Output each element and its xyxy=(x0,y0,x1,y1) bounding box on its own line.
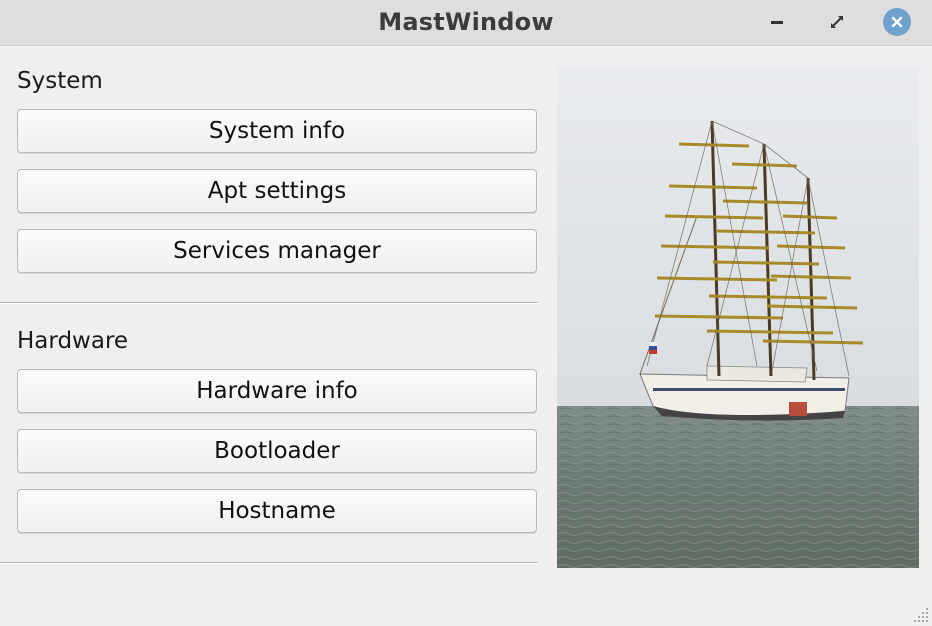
section-separator xyxy=(0,562,538,564)
maximize-button[interactable] xyxy=(823,8,851,36)
mast-window: MastWindow System System info Apt settin… xyxy=(0,0,932,626)
section-label-hardware: Hardware xyxy=(17,328,129,354)
maximize-icon xyxy=(831,16,843,28)
hostname-button[interactable]: Hostname xyxy=(17,489,537,533)
close-icon xyxy=(891,16,903,28)
resize-grip-icon[interactable] xyxy=(910,604,930,624)
window-title: MastWindow xyxy=(378,8,554,36)
bootloader-button[interactable]: Bootloader xyxy=(17,429,537,473)
title-bar[interactable]: MastWindow xyxy=(0,0,932,46)
close-button[interactable] xyxy=(883,8,911,36)
hardware-info-button[interactable]: Hardware info xyxy=(17,369,537,413)
minimize-icon xyxy=(771,21,783,24)
section-label-system: System xyxy=(17,68,103,94)
services-manager-button[interactable]: Services manager xyxy=(17,229,537,273)
section-separator xyxy=(0,302,538,304)
system-info-button[interactable]: System info xyxy=(17,109,537,153)
minimize-button[interactable] xyxy=(763,8,791,36)
close-button-circle xyxy=(883,8,911,36)
tall-ship-image xyxy=(557,66,919,568)
apt-settings-button[interactable]: Apt settings xyxy=(17,169,537,213)
